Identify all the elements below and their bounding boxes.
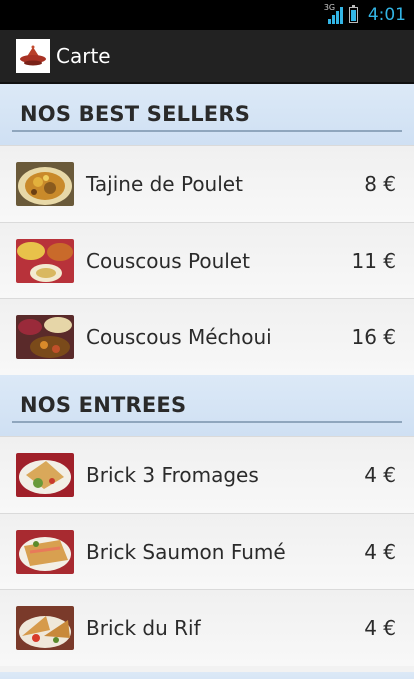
menu-item[interactable]: Couscous Méchoui 16 € — [0, 298, 414, 376]
tajine-logo-icon[interactable] — [16, 39, 50, 73]
dish-thumbnail — [16, 529, 74, 574]
signal-icon: 3G — [323, 3, 343, 24]
dish-thumbnail — [16, 238, 74, 283]
dish-name: Couscous Poulet — [86, 248, 250, 273]
menu-item[interactable]: Brick 3 Fromages 4 € — [0, 436, 414, 513]
action-bar: Carte — [0, 30, 414, 84]
section-header-best-sellers: NOS BEST SELLERS — [0, 84, 414, 145]
section-header-next — [0, 666, 414, 679]
dish-name: Brick Saumon Fumé — [86, 539, 286, 564]
dish-price: 4 € — [364, 462, 396, 487]
dish-name: Brick du Rif — [86, 616, 201, 641]
battery-icon — [348, 5, 358, 23]
dish-thumbnail — [16, 452, 74, 497]
dish-price: 11 € — [351, 248, 396, 273]
section-divider — [12, 421, 402, 424]
status-bar: 3G 4:01 — [0, 0, 414, 30]
menu-list[interactable]: NOS BEST SELLERS Tajine de Poulet 8 € Co… — [0, 84, 414, 679]
dish-price: 4 € — [364, 539, 396, 564]
dish-price: 8 € — [364, 171, 396, 196]
dish-thumbnail — [16, 161, 74, 206]
dish-thumbnail — [16, 315, 74, 360]
dish-name: Couscous Méchoui — [86, 325, 272, 350]
section-title: NOS ENTREES — [20, 393, 187, 418]
dish-price: 4 € — [364, 616, 396, 641]
page-title: Carte — [56, 44, 111, 68]
menu-item[interactable]: Brick du Rif 4 € — [0, 589, 414, 667]
menu-item[interactable]: Brick Saumon Fumé 4 € — [0, 512, 414, 590]
network-type: 3G — [323, 3, 336, 12]
dish-name: Tajine de Poulet — [86, 171, 243, 196]
section-header-entrees: NOS ENTREES — [0, 375, 414, 437]
dish-thumbnail — [16, 606, 74, 651]
section-title: NOS BEST SELLERS — [20, 102, 251, 126]
section-divider — [12, 130, 402, 132]
dish-name: Brick 3 Fromages — [86, 462, 259, 487]
status-time: 4:01 — [367, 5, 406, 25]
dish-price: 16 € — [351, 325, 396, 350]
menu-item[interactable]: Couscous Poulet 11 € — [0, 221, 414, 299]
menu-item[interactable]: Tajine de Poulet 8 € — [0, 145, 414, 222]
